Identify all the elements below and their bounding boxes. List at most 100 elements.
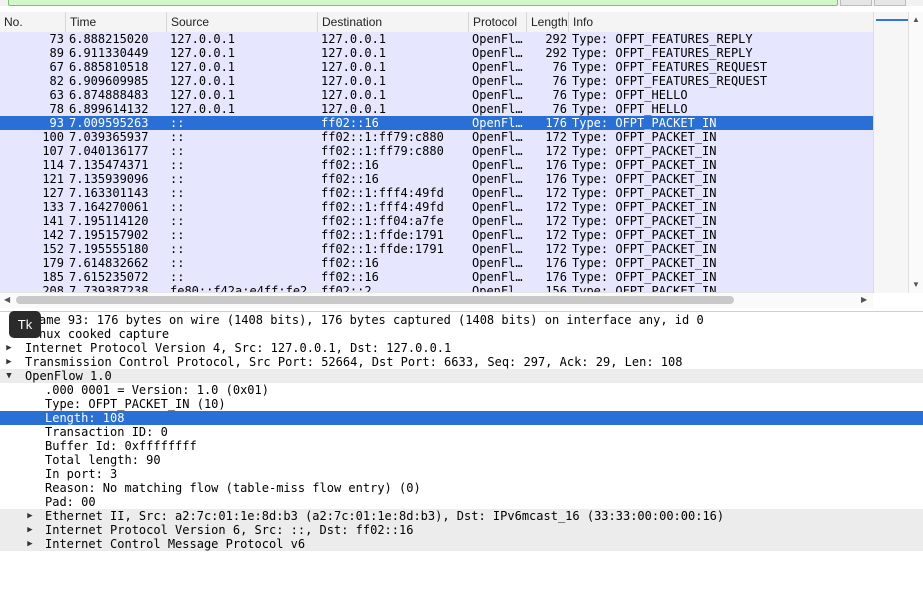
detail-tree-item[interactable]: Buffer Id: 0xffffffff bbox=[0, 439, 923, 453]
display-filter-input[interactable] bbox=[8, 0, 838, 6]
packet-length: 76 bbox=[552, 102, 567, 116]
packet-row[interactable]: 107 7.040136177:: ff02::1:ff79:c880 OpenFl…… bbox=[0, 144, 873, 158]
packet-protocol: OpenFl… bbox=[472, 242, 523, 256]
packet-destination: 127.0.0.1 bbox=[321, 46, 387, 60]
packet-info: Type: OFPT_PACKET_IN bbox=[572, 270, 717, 284]
detail-tree-text: Pad: 00 bbox=[45, 495, 96, 509]
filter-bookmark-button[interactable] bbox=[840, 0, 872, 6]
minimap-selection-mark bbox=[876, 19, 909, 21]
packet-destination: ff02::16 bbox=[321, 116, 379, 130]
packet-row[interactable]: 63 6.874888483 127.0.0.1 127.0.0.1 OpenFl… 76… bbox=[0, 88, 873, 102]
column-header-destination[interactable]: Destination bbox=[318, 12, 469, 32]
detail-tree-item[interactable]: Type: OFPT_PACKET_IN (10) bbox=[0, 397, 923, 411]
packet-list-vertical-scrollbar[interactable]: ▲ ▼ bbox=[908, 12, 923, 293]
scroll-down-icon[interactable]: ▼ bbox=[912, 280, 920, 290]
detail-tree-item[interactable]: Total length: 90 bbox=[0, 453, 923, 467]
column-header-source[interactable]: Source bbox=[167, 12, 318, 32]
triangle-right-icon[interactable]: ▶ bbox=[25, 537, 35, 551]
triangle-right-icon[interactable]: ▶ bbox=[25, 509, 35, 523]
packet-row[interactable]: 73 6.888215020 127.0.0.1 127.0.0.1 OpenFl… 29… bbox=[0, 32, 873, 46]
detail-tree-item[interactable]: ▶ Ethernet II, Src: a2:7c:01:1e:8d:b3 (a2… bbox=[0, 509, 923, 523]
packet-no: 107 bbox=[42, 144, 64, 158]
column-header-time[interactable]: Time bbox=[66, 12, 167, 32]
scroll-left-icon[interactable]: ◀ bbox=[4, 295, 10, 305]
detail-tree-item[interactable]: ▶ Internet Protocol Version 4, Src: 127.0… bbox=[0, 341, 923, 355]
detail-tree-item[interactable]: In port: 3 bbox=[0, 467, 923, 481]
detail-tree-item[interactable]: nux cooked capture bbox=[0, 327, 923, 341]
packet-protocol: OpenFl… bbox=[472, 228, 523, 242]
packet-destination: ff02::1:ffde:1791 bbox=[321, 228, 444, 242]
packet-time: 7.009595263 bbox=[69, 116, 149, 130]
packet-info: Type: OFPT_PACKET_IN bbox=[572, 158, 717, 172]
column-header-length[interactable]: Length bbox=[527, 12, 569, 32]
display-filter-bar bbox=[0, 0, 923, 6]
column-header-info[interactable]: Info bbox=[569, 12, 873, 32]
scroll-right-icon[interactable]: ▶ bbox=[861, 295, 867, 305]
triangle-right-icon[interactable]: ▶ bbox=[25, 523, 35, 537]
packet-row[interactable]: 78 6.899614132 127.0.0.1 127.0.0.1 OpenFl… 76… bbox=[0, 102, 873, 116]
packet-protocol: OpenFl… bbox=[472, 214, 523, 228]
packet-length: 172 bbox=[545, 228, 567, 242]
packet-source: :: bbox=[170, 214, 185, 228]
scroll-up-icon[interactable]: ▲ bbox=[912, 15, 920, 25]
detail-tree-text: Type: OFPT_PACKET_IN (10) bbox=[45, 397, 226, 411]
column-header-protocol[interactable]: Protocol bbox=[469, 12, 527, 32]
packet-info: Type: OFPT_PACKET_IN bbox=[572, 116, 717, 130]
filter-apply-button[interactable] bbox=[874, 0, 906, 6]
packet-source: 127.0.0.1 bbox=[170, 88, 236, 102]
packet-length: 172 bbox=[545, 130, 567, 144]
detail-tree-item[interactable]: ▶ Internet Protocol Version 6, Src: ::, D… bbox=[0, 523, 923, 537]
packet-time: 7.040136177 bbox=[69, 144, 149, 158]
packet-destination: ff02::1:fff4:49fd bbox=[321, 200, 444, 214]
detail-tree-item[interactable]: ame 93: 176 bytes on wire (1408 bits), 1… bbox=[0, 313, 923, 327]
packet-destination: ff02::1:ffde:1791 bbox=[321, 242, 444, 256]
detail-tree-item[interactable]: Pad: 00 bbox=[0, 495, 923, 509]
packet-protocol: OpenFl… bbox=[472, 186, 523, 200]
triangle-right-icon[interactable]: ▶ bbox=[4, 341, 14, 355]
packet-length: 292 bbox=[545, 46, 567, 60]
packet-info: Type: OFPT_PACKET_IN bbox=[572, 130, 717, 144]
detail-tree-item[interactable]: ▶ Internet Control Message Protocol v6 bbox=[0, 537, 923, 551]
packet-time: 7.195555180 bbox=[69, 242, 149, 256]
packet-time: 6.874888483 bbox=[69, 88, 149, 102]
triangle-right-icon[interactable]: ▶ bbox=[4, 355, 14, 369]
packet-time: 6.911330449 bbox=[69, 46, 149, 60]
detail-tree-item[interactable]: ▼ OpenFlow 1.0 bbox=[0, 369, 923, 383]
packet-row[interactable]: 152 7.195555180:: ff02::1:ffde:1791 OpenFl…… bbox=[0, 242, 873, 256]
packet-protocol: OpenFl… bbox=[472, 60, 523, 74]
packet-row[interactable]: 67 6.885810518 127.0.0.1 127.0.0.1 OpenFl… 76… bbox=[0, 60, 873, 74]
horizontal-scroll-thumb[interactable] bbox=[16, 296, 734, 304]
packet-row-selected[interactable]: 93 7.009595263:: ff02::16 OpenFl… 176 Type: O… bbox=[0, 116, 873, 130]
triangle-down-icon[interactable]: ▼ bbox=[4, 369, 14, 383]
packet-length: 172 bbox=[545, 214, 567, 228]
detail-tree-item[interactable]: .000 0001 = Version: 1.0 (0x01) bbox=[0, 383, 923, 397]
packet-row[interactable]: 179 7.614832662:: ff02::16 OpenFl… 176 Type: … bbox=[0, 256, 873, 270]
column-header-no[interactable]: No. bbox=[0, 12, 66, 32]
packet-row[interactable]: 100 7.039365937:: ff02::1:ff79:c880 OpenFl…… bbox=[0, 130, 873, 144]
packet-list-horizontal-scrollbar[interactable]: ◀ ▶ bbox=[0, 292, 873, 308]
packet-no: 141 bbox=[42, 214, 64, 228]
detail-tree-item[interactable]: Length: 108 bbox=[0, 411, 923, 425]
packet-source: 127.0.0.1 bbox=[170, 74, 236, 88]
detail-tree-item[interactable]: ▶ Transmission Control Protocol, Src Port… bbox=[0, 355, 923, 369]
packet-source: :: bbox=[170, 228, 185, 242]
packet-row[interactable]: 142 7.195157902:: ff02::1:ffde:1791 OpenFl…… bbox=[0, 228, 873, 242]
packet-row[interactable]: 89 6.911330449 127.0.0.1 127.0.0.1 OpenFl… 29… bbox=[0, 46, 873, 60]
packet-row[interactable]: 114 7.135474371:: ff02::16 OpenFl… 176 Type: … bbox=[0, 158, 873, 172]
packet-source: :: bbox=[170, 144, 185, 158]
packet-minimap[interactable] bbox=[873, 12, 909, 293]
detail-tree-text: ame 93: 176 bytes on wire (1408 bits), 1… bbox=[39, 313, 704, 327]
packet-row[interactable]: 185 7.615235072:: ff02::16 OpenFl… 176 Type: … bbox=[0, 270, 873, 284]
tk-tooltip-badge: Tk bbox=[9, 311, 41, 338]
packet-row[interactable]: 133 7.164270061:: ff02::1:fff4:49fd OpenFl…… bbox=[0, 200, 873, 214]
packet-row[interactable]: 141 7.195114120:: ff02::1:ff04:a7fe OpenFl…… bbox=[0, 214, 873, 228]
packet-row[interactable]: 127 7.163301143:: ff02::1:fff4:49fd OpenFl…… bbox=[0, 186, 873, 200]
packet-destination: ff02::16 bbox=[321, 256, 379, 270]
packet-source: 127.0.0.1 bbox=[170, 102, 236, 116]
packet-destination: ff02::16 bbox=[321, 172, 379, 186]
packet-protocol: OpenFl… bbox=[472, 116, 523, 130]
detail-tree-item[interactable]: Reason: No matching flow (table-miss flo… bbox=[0, 481, 923, 495]
packet-row[interactable]: 82 6.909609985 127.0.0.1 127.0.0.1 OpenFl… 76… bbox=[0, 74, 873, 88]
detail-tree-item[interactable]: Transaction ID: 0 bbox=[0, 425, 923, 439]
packet-row[interactable]: 121 7.135939096:: ff02::16 OpenFl… 176 Type: … bbox=[0, 172, 873, 186]
